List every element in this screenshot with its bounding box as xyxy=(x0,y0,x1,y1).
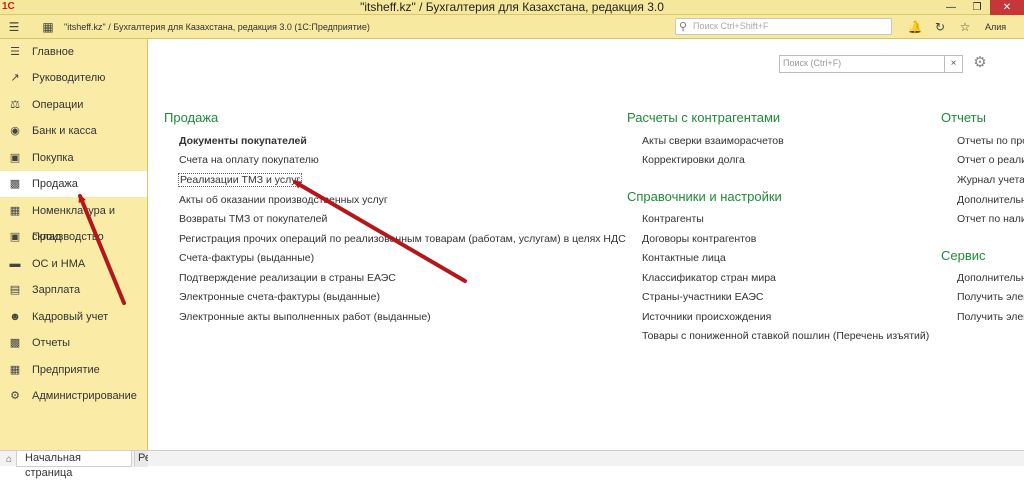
reports-link-additional[interactable]: Дополнительн xyxy=(957,194,1024,206)
clear-search-button[interactable]: × xyxy=(945,55,963,73)
window-title-bar: 1С "itsheff.kz" / Бухгалтерия для Казахс… xyxy=(0,0,1024,15)
gear-icon: ⚙ xyxy=(10,390,20,402)
people-icon: ☻ xyxy=(9,311,21,323)
sales-section-panel: Поиск (Ctrl+F) × ⚙ Продажа Документы пок… xyxy=(149,39,1024,450)
bank-icon: ◉ xyxy=(10,125,20,137)
sidebar-item-main[interactable]: ☰ Главное xyxy=(0,39,147,65)
current-user[interactable]: Алия xyxy=(985,15,1006,39)
sales-group-title: Продажа xyxy=(164,110,219,125)
maximize-icon[interactable]: ❐ xyxy=(964,0,990,15)
references-link-origin-sources[interactable]: Источники происхождения xyxy=(642,311,771,323)
sales-link-electronic-invoices[interactable]: Электронные счета-фактуры (выданные) xyxy=(179,291,380,303)
reports-link-sales-reports[interactable]: Отчеты по прод xyxy=(957,135,1024,147)
references-group-title: Справочники и настройки xyxy=(627,189,782,204)
references-link-eaeu-countries[interactable]: Страны-участники ЕАЭС xyxy=(642,291,763,303)
sidebar-item-sales[interactable]: ▩ Продажа xyxy=(0,171,147,197)
sidebar-item-production[interactable]: ▣ Производство xyxy=(0,224,147,250)
window-title: "itsheff.kz" / Бухгалтерия для Казахстан… xyxy=(360,0,664,14)
sidebar-item-bank[interactable]: ◉ Банк и касса xyxy=(0,118,147,144)
sidebar-item-operations[interactable]: ⚖ Операции xyxy=(0,92,147,118)
global-search-placeholder: Поиск Ctrl+Shift+F xyxy=(693,21,769,31)
settlements-link-debt-adjustment[interactable]: Корректировки долга xyxy=(642,154,745,166)
sections-sidebar: ☰ Главное ↗ Руководителю ⚖ Операции ◉ Ба… xyxy=(0,39,148,450)
main-menu-icon[interactable]: ☰ xyxy=(6,19,22,35)
window-controls: — ❐ ✕ xyxy=(938,0,1024,15)
bell-icon[interactable]: 🔔 xyxy=(907,19,923,35)
reports-group-title: Отчеты xyxy=(941,110,986,125)
references-link-counterparties[interactable]: Контрагенты xyxy=(642,213,704,225)
bag-icon: ▩ xyxy=(9,178,21,190)
search-icon: ⚲ xyxy=(679,21,688,33)
references-link-reduced-duty-goods[interactable]: Товары с пониженной ставкой пошлин (Пере… xyxy=(642,330,929,342)
operations-icon: ⚖ xyxy=(10,99,20,111)
sales-link-production-services-acts[interactable]: Акты об оказании производственных услуг xyxy=(179,194,388,206)
star-icon[interactable]: ☆ xyxy=(957,19,973,35)
sidebar-item-enterprise[interactable]: ▦ Предприятие xyxy=(0,357,147,383)
global-search-input[interactable]: ⚲ Поиск Ctrl+Shift+F xyxy=(675,18,892,35)
sales-link-goods-services-sales[interactable]: Реализации ТМЗ и услуг xyxy=(178,173,303,187)
history-icon[interactable]: ↻ xyxy=(932,19,948,35)
section-search-input[interactable]: Поиск (Ctrl+F) xyxy=(779,55,945,73)
references-link-contacts[interactable]: Контактные лица xyxy=(642,252,726,264)
settlements-group-title: Расчеты с контрагентами xyxy=(627,110,781,125)
service-link-get-electronic-1[interactable]: Получить элект xyxy=(957,291,1024,303)
service-group-title: Сервис xyxy=(941,248,986,263)
service-link-additional[interactable]: Дополнительн xyxy=(957,272,1024,284)
tab-home-page[interactable]: Начальная страница xyxy=(16,451,132,479)
sidebar-item-purchase[interactable]: ▣ Покупка xyxy=(0,145,147,171)
sales-link-vat-registration[interactable]: Регистрация прочих операций по реализова… xyxy=(179,233,626,245)
section-search-placeholder: Поиск (Ctrl+F) xyxy=(783,58,842,68)
close-icon[interactable]: ✕ xyxy=(990,0,1024,15)
sales-link-electronic-acts[interactable]: Электронные акты выполненных работ (выда… xyxy=(179,311,431,323)
tab-second[interactable]: Ре xyxy=(134,451,148,467)
sidebar-item-warehouse[interactable]: ▦ Номенклатура и склад xyxy=(0,198,147,243)
references-link-country-classifier[interactable]: Классификатор стран мира xyxy=(642,272,776,284)
app-title: "itsheff.kz" / Бухгалтерия для Казахстан… xyxy=(64,22,370,32)
sales-link-returns[interactable]: Возвраты ТМЗ от покупателей xyxy=(179,213,327,225)
app-toolbar: ☰ ▦ "itsheff.kz" / Бухгалтерия для Казах… xyxy=(0,15,1024,39)
cart-icon: ▣ xyxy=(9,152,21,164)
service-link-get-electronic-2[interactable]: Получить элект xyxy=(957,311,1024,323)
chart-icon: ▩ xyxy=(9,337,21,349)
car-icon: ▬ xyxy=(9,258,21,270)
sidebar-item-salary[interactable]: ▤ Зарплата xyxy=(0,277,147,303)
sidebar-item-reports[interactable]: ▩ Отчеты xyxy=(0,330,147,356)
money-icon: ▤ xyxy=(9,284,21,296)
sidebar-item-hr[interactable]: ☻ Кадровый учет xyxy=(0,304,147,330)
apps-grid-icon[interactable]: ▦ xyxy=(40,19,56,35)
open-tabs-bar: ⌂ Начальная страница Ре xyxy=(0,450,1024,479)
reports-link-journal[interactable]: Журнал учета xyxy=(957,174,1024,186)
building-icon: ▦ xyxy=(9,364,21,376)
reports-link-sales-report[interactable]: Отчет о реализ xyxy=(957,154,1024,166)
sales-link-issued-invoices[interactable]: Счета-фактуры (выданные) xyxy=(179,252,314,264)
sales-link-invoices-to-pay[interactable]: Счета на оплату покупателю xyxy=(179,154,319,166)
menu-icon: ☰ xyxy=(10,46,20,58)
sales-link-customer-documents[interactable]: Документы покупателей xyxy=(179,135,307,147)
sales-link-eaeu-confirmation[interactable]: Подтверждение реализации в страны ЕАЭС xyxy=(179,272,396,284)
trend-icon: ↗ xyxy=(10,72,20,84)
warehouse-icon: ▦ xyxy=(9,205,21,217)
factory-icon: ▣ xyxy=(9,231,21,243)
sidebar-item-admin[interactable]: ⚙ Администрирование xyxy=(0,383,147,409)
settlements-link-reconciliation[interactable]: Акты сверки взаиморасчетов xyxy=(642,135,784,147)
home-icon[interactable]: ⌂ xyxy=(6,454,12,465)
sidebar-item-manager[interactable]: ↗ Руководителю xyxy=(0,65,147,91)
reports-link-availability[interactable]: Отчет по нали xyxy=(957,213,1024,225)
sidebar-item-fixed-assets[interactable]: ▬ ОС и НМА xyxy=(0,251,147,277)
references-link-contracts[interactable]: Договоры контрагентов xyxy=(642,233,756,245)
minimize-icon[interactable]: — xyxy=(938,0,964,15)
settings-gear-icon[interactable]: ⚙ xyxy=(969,53,991,73)
